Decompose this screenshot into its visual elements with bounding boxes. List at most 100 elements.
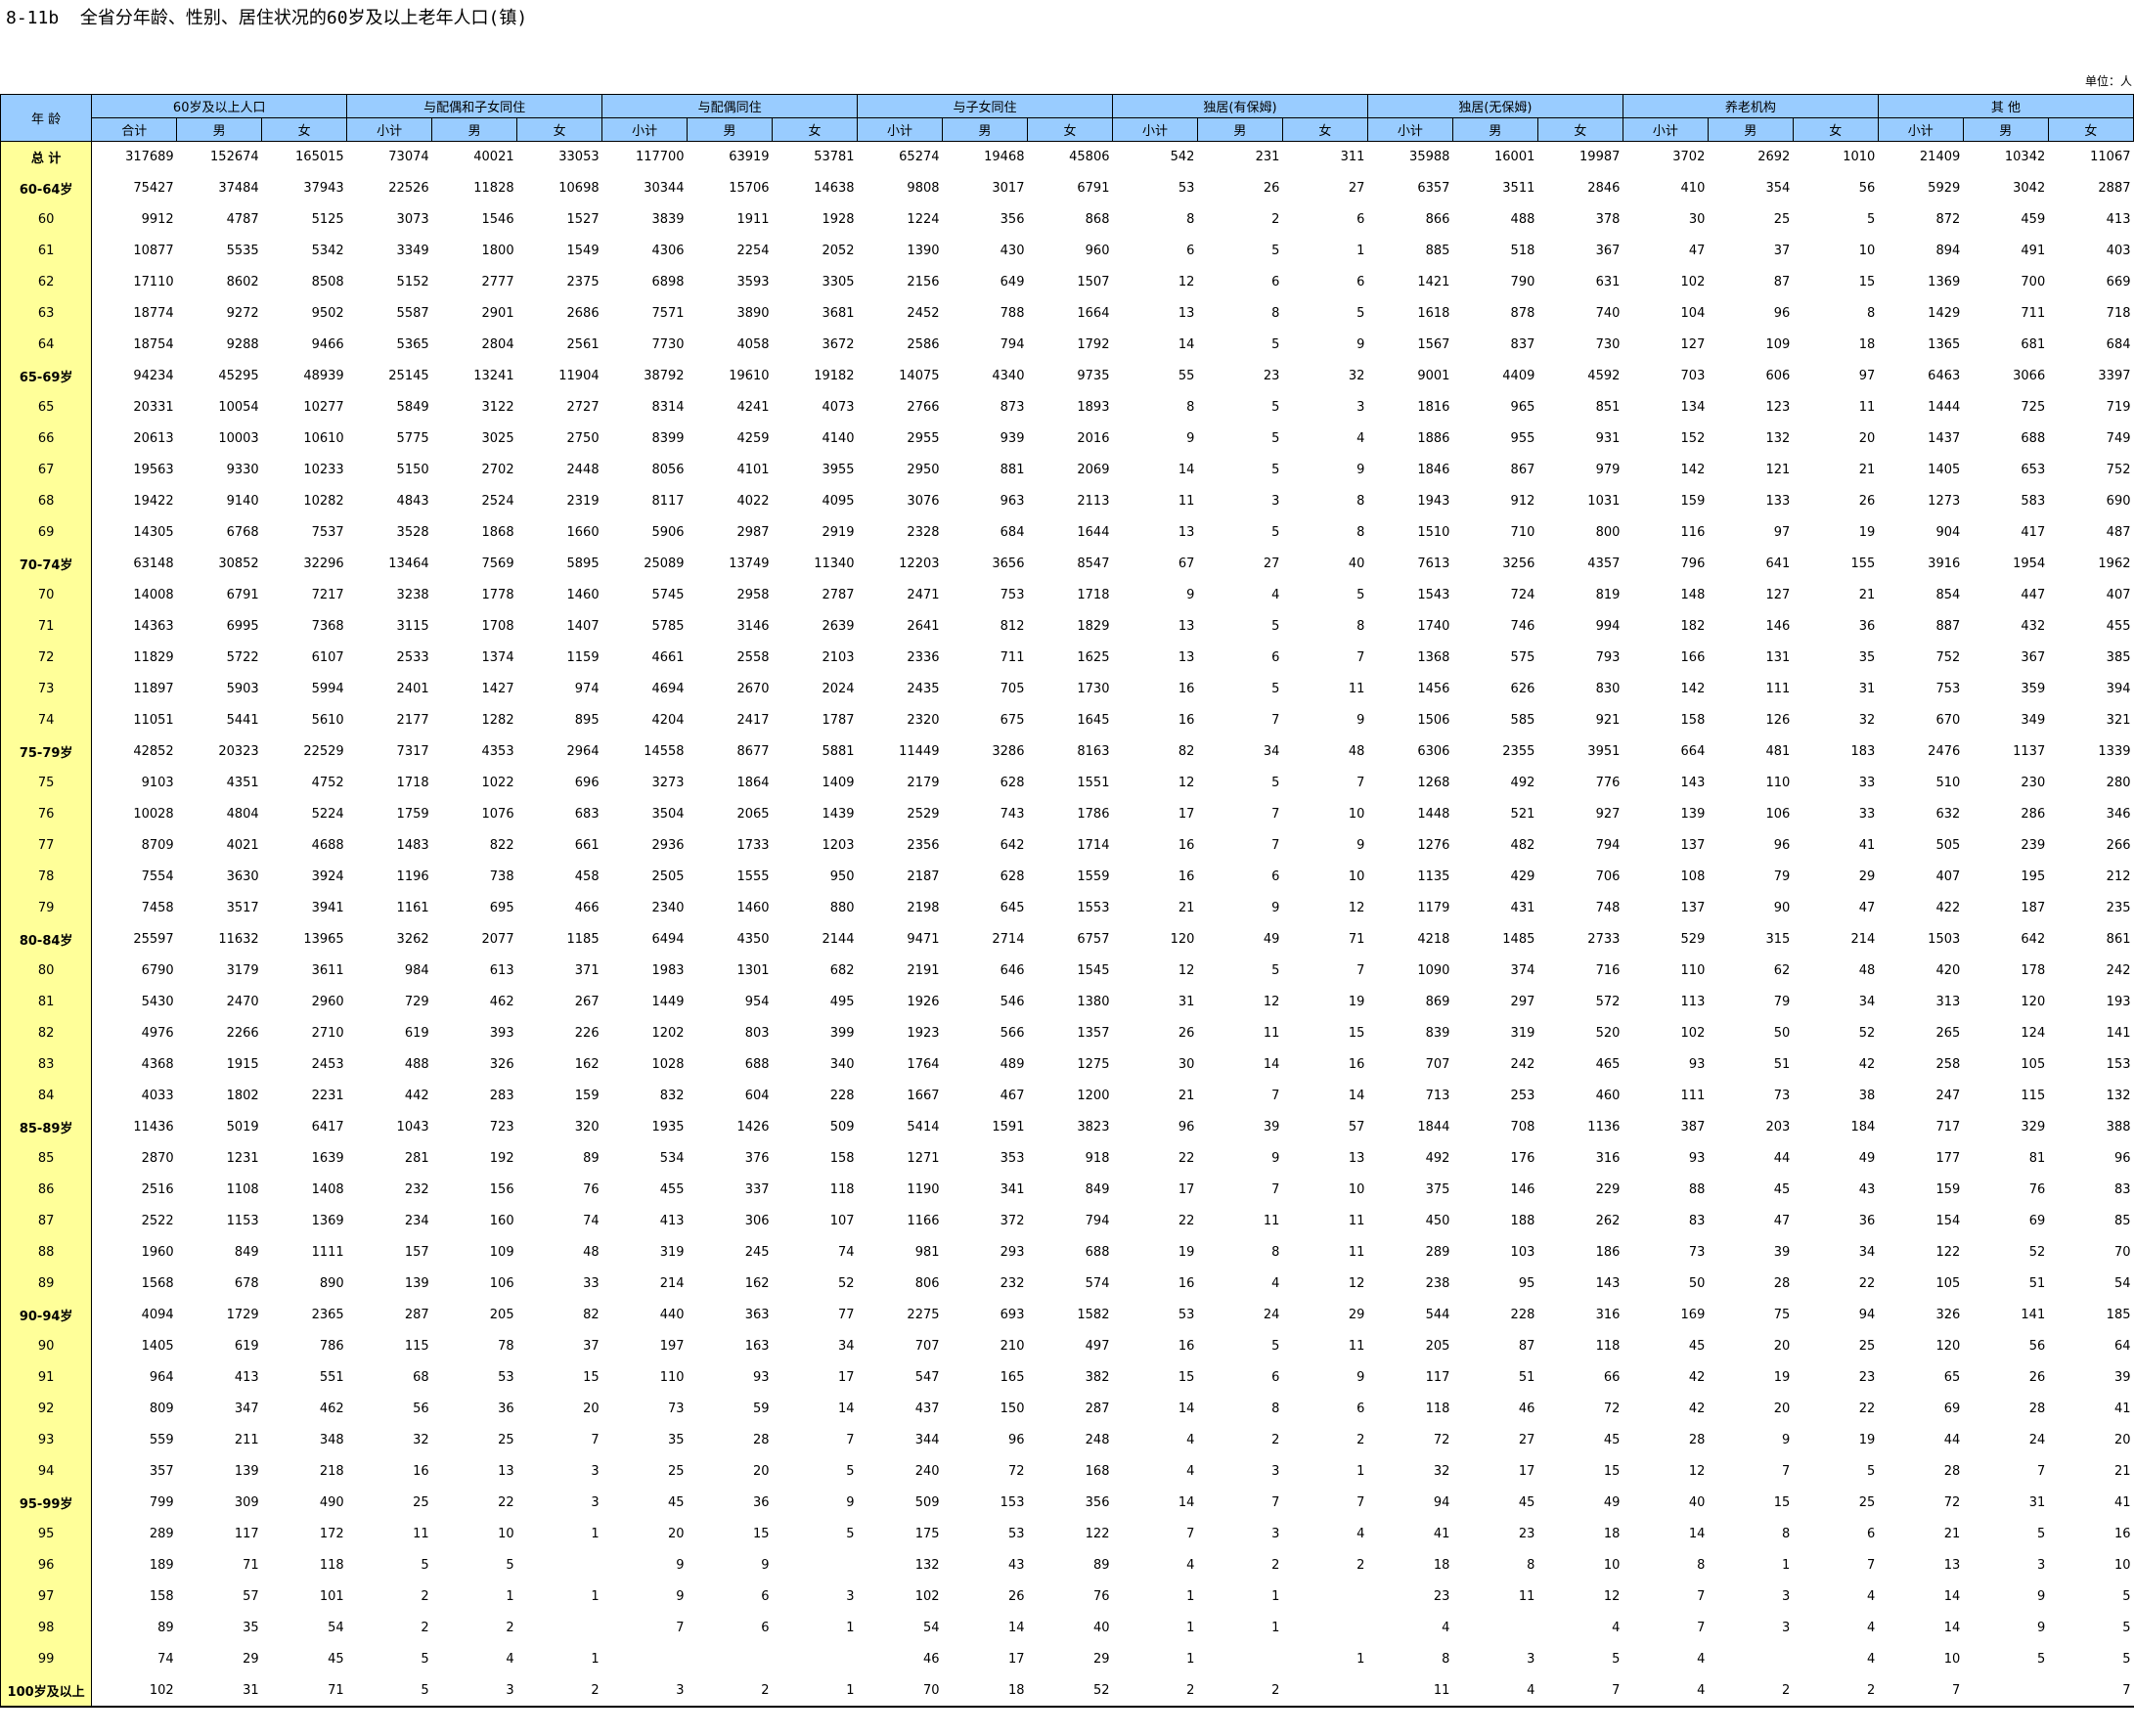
value-cell: 19610	[729, 369, 770, 383]
value-cell: 3073	[396, 212, 429, 227]
value-cell: 2	[1356, 1558, 1365, 1573]
value-cell: 5929	[1928, 181, 1961, 196]
value-cell: 262	[1595, 1214, 1621, 1228]
value-cell: 116	[1680, 525, 1706, 540]
value-cell: 867	[1510, 463, 1535, 477]
value-cell: 1943	[1417, 494, 1450, 509]
value-cell: 460	[1595, 1089, 1621, 1103]
value-cell: 551	[319, 1370, 344, 1385]
value-cell: 55	[1178, 369, 1195, 383]
age-cell: 87	[0, 1205, 93, 1237]
value-cell: 26	[1178, 1026, 1195, 1041]
value-cell: 38792	[644, 369, 685, 383]
value-cell: 3262	[396, 932, 429, 947]
value-cell: 59	[753, 1402, 770, 1416]
value-cell: 37484	[218, 181, 259, 196]
value-cell: 33	[583, 1276, 600, 1291]
value-cell: 9471	[907, 932, 940, 947]
value-cell: 5	[1271, 682, 1280, 696]
value-cell: 2266	[226, 1026, 259, 1041]
value-cell: 117	[234, 1527, 259, 1541]
value-cell: 718	[2106, 306, 2131, 321]
value-cell: 495	[829, 995, 855, 1009]
value-cell: 186	[1595, 1245, 1621, 1260]
value-cell: 93	[1688, 1057, 1706, 1072]
value-cell: 48	[1858, 963, 1876, 978]
value-cell: 1	[1271, 1589, 1280, 1604]
value-cell: 127	[1680, 337, 1706, 352]
value-cell: 10028	[133, 807, 174, 822]
value-cell: 1928	[822, 212, 855, 227]
table-row: 77 8709 4021 4688 1483 822 661 2936 1733 1203 2356…	[0, 829, 2134, 862]
value-cell: 4787	[226, 212, 259, 227]
value-cell: 15	[1773, 1495, 1791, 1510]
age-cell: 85-89岁	[0, 1111, 93, 1143]
value-cell: 5	[1356, 588, 1365, 602]
value-cell: 6757	[1077, 932, 1110, 947]
value-cell: 12	[1263, 995, 1280, 1009]
value-cell: 619	[404, 1026, 429, 1041]
value-cell	[1282, 1581, 1367, 1613]
value-cell: 16	[1178, 713, 1195, 728]
value-cell: 382	[1085, 1370, 1110, 1385]
value-cell: 85	[2113, 1214, 2131, 1228]
value-cell: 356	[1000, 212, 1025, 227]
value-cell: 160	[489, 1214, 514, 1228]
value-cell: 34	[838, 1339, 855, 1354]
value-cell: 5	[421, 1558, 429, 1573]
value-cell: 1506	[1417, 713, 1450, 728]
value-cell: 242	[2106, 963, 2131, 978]
value-cell: 37	[1773, 244, 1791, 258]
value-cell: 283	[489, 1089, 514, 1103]
value-cell: 239	[2021, 838, 2046, 853]
value-cell: 1543	[1417, 588, 1450, 602]
value-cell: 1759	[396, 807, 429, 822]
value-cell: 75	[1773, 1308, 1791, 1322]
value-cell: 752	[1935, 650, 1961, 665]
age-cell: 84	[0, 1080, 93, 1112]
value-cell: 13	[1178, 306, 1195, 321]
value-cell: 3517	[226, 901, 259, 915]
value-cell: 32	[1858, 713, 1876, 728]
value-cell: 851	[1595, 400, 1621, 415]
value-cell: 203	[1765, 1120, 1791, 1135]
value-cell: 5	[2122, 1652, 2131, 1667]
value-cell: 266	[2106, 838, 2131, 853]
value-cell: 8	[1271, 1245, 1280, 1260]
value-cell: 1159	[566, 650, 600, 665]
age-cell: 82	[0, 1017, 93, 1049]
value-cell: 5441	[226, 713, 259, 728]
value-cell: 3	[1782, 1621, 1791, 1635]
value-cell: 102	[914, 1589, 940, 1604]
value-cell: 3305	[822, 275, 855, 289]
value-cell: 9	[1356, 337, 1365, 352]
value-cell: 40	[1348, 556, 1365, 571]
value-cell: 3630	[226, 869, 259, 884]
column-group-header: 60岁及以上人口	[91, 94, 348, 118]
value-cell: 41	[1858, 838, 1876, 853]
age-cell: 76	[0, 798, 93, 830]
age-cell: 94	[0, 1455, 93, 1488]
value-cell: 14363	[133, 619, 174, 634]
value-cell: 163	[744, 1339, 770, 1354]
value-cell: 1185	[566, 932, 600, 947]
value-cell: 156	[489, 1182, 514, 1197]
value-cell: 172	[319, 1527, 344, 1541]
value-cell: 159	[574, 1089, 600, 1103]
value-cell: 921	[1595, 713, 1621, 728]
table-row: 99 74 29 45 5 4 1 46 17 29 1 1 8 3 5 4 4 10 5 5	[0, 1643, 2134, 1675]
value-cell: 5	[2122, 1589, 2131, 1604]
value-cell: 9001	[1417, 369, 1450, 383]
value-cell: 71	[261, 1674, 347, 1708]
value-cell: 185	[2106, 1308, 2131, 1322]
value-cell: 24	[2028, 1433, 2046, 1447]
value-cell: 51	[1773, 1057, 1791, 1072]
value-cell: 41	[2113, 1495, 2131, 1510]
age-cell: 60-64岁	[0, 172, 93, 204]
value-cell	[1963, 1674, 2049, 1708]
value-cell: 7	[846, 1433, 855, 1447]
value-cell: 429	[1510, 869, 1535, 884]
value-cell: 35	[668, 1433, 685, 1447]
value-cell: 6107	[311, 650, 344, 665]
table-row: 79 7458 3517 3941 1161 695 466 2340 1460 880 2198 6…	[0, 892, 2134, 924]
